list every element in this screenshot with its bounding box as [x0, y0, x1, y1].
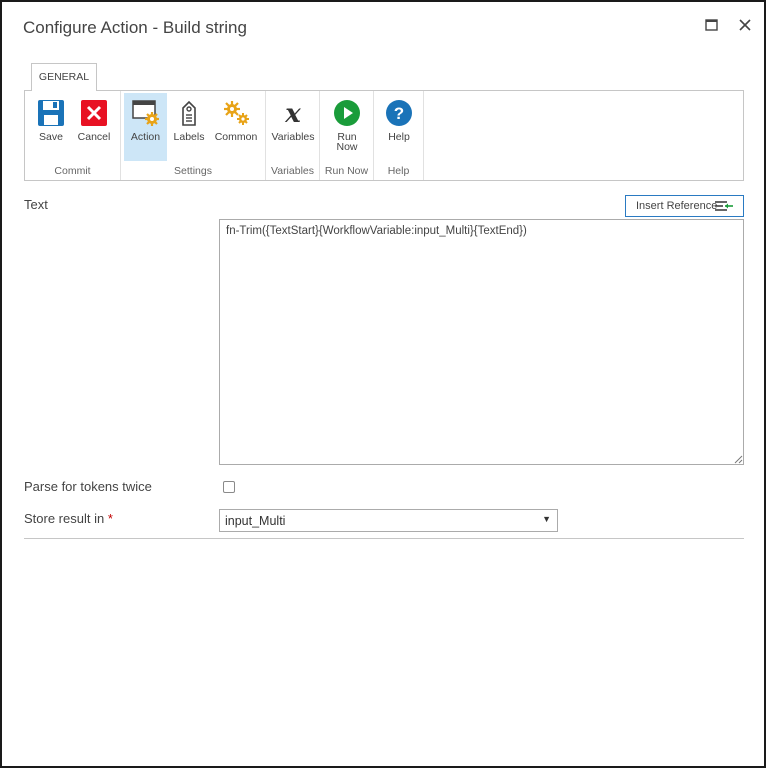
group-label-variables: Variables [271, 165, 314, 177]
help-question-icon: ? [386, 100, 412, 126]
group-label-run-now: Run Now [324, 165, 369, 177]
text-input[interactable]: fn-Trim({TextStart}{WorkflowVariable:inp… [219, 219, 744, 465]
common-gears-icon [224, 101, 249, 125]
cancel-label: Cancel [77, 131, 111, 143]
ribbon-group-help: ? Help Help [374, 91, 424, 180]
store-result-value: input_Multi [225, 514, 286, 528]
ribbon-group-run-now: Run Now Run Now [320, 91, 374, 180]
run-now-play-icon [334, 100, 360, 126]
svg-text:?: ? [394, 104, 404, 123]
dialog-title: Configure Action - Build string [23, 18, 247, 37]
labels-tag-icon [182, 100, 196, 126]
store-result-label-wrap: Store result in * [24, 511, 113, 526]
action-gear-icon [131, 100, 159, 126]
variables-button[interactable]: x Variables [268, 93, 318, 161]
text-label: Text [24, 197, 48, 212]
ribbon-group-commit: Save Cancel Commit [25, 91, 121, 180]
parse-twice-checkbox[interactable] [223, 481, 235, 493]
common-label: Common [214, 131, 258, 143]
insert-reference-button[interactable]: Insert Reference [625, 195, 744, 217]
svg-text:x: x [284, 99, 301, 127]
labels-button[interactable]: Labels [171, 93, 207, 161]
close-icon[interactable] [736, 16, 754, 34]
store-result-select[interactable]: input_Multi ▼ [219, 509, 558, 532]
parse-twice-label: Parse for tokens twice [24, 479, 152, 494]
group-label-help: Help [387, 165, 410, 177]
labels-label: Labels [173, 131, 205, 143]
action-button[interactable]: Action [124, 93, 167, 161]
insert-reference-icon [715, 201, 733, 211]
save-button[interactable]: Save [31, 93, 71, 161]
ribbon: Save Cancel Commit Action Labels Common … [24, 90, 744, 181]
variables-label: Variables [271, 131, 315, 143]
insert-reference-label: Insert Reference [636, 200, 718, 212]
chevron-down-icon: ▼ [542, 514, 551, 524]
cancel-button[interactable]: Cancel [73, 93, 115, 161]
maximize-icon[interactable] [703, 16, 721, 34]
ribbon-group-variables: x Variables Variables [266, 91, 320, 180]
cancel-icon [81, 100, 107, 126]
required-marker: * [107, 511, 113, 526]
run-now-button[interactable]: Run Now [324, 93, 370, 161]
action-label: Action [130, 131, 161, 143]
run-now-label: Run Now [324, 132, 370, 153]
save-icon [38, 100, 64, 126]
resize-grip-icon[interactable] [733, 454, 743, 464]
help-label: Help [388, 131, 410, 143]
group-label-commit: Commit [54, 165, 91, 177]
tab-general[interactable]: GENERAL [31, 63, 97, 91]
configure-action-dialog: Configure Action - Build string GENERAL … [0, 0, 766, 768]
help-button[interactable]: ? Help [378, 93, 420, 161]
variables-x-icon: x [284, 99, 301, 127]
common-button[interactable]: Common [210, 93, 262, 161]
save-label: Save [39, 131, 63, 143]
divider [24, 538, 744, 539]
ribbon-group-settings: Action Labels Common Settings [121, 91, 266, 180]
run-now-label-line-2: Now [336, 141, 358, 153]
store-result-label: Store result in [24, 511, 105, 526]
group-label-settings: Settings [174, 165, 212, 177]
